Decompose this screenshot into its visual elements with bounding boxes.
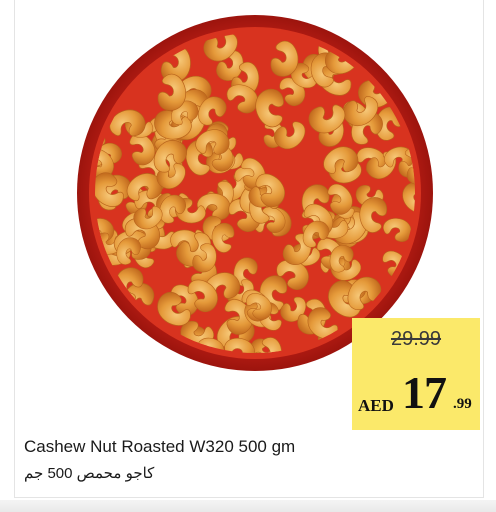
product-title[interactable]: Cashew Nut Roasted W320 500 gm (24, 437, 295, 457)
bottom-divider (0, 500, 496, 512)
product-title-arabic: كاجو محمص 500 جم (24, 465, 155, 482)
currency-label: AED (358, 396, 394, 415)
price-integer: 17 (402, 367, 447, 418)
price-decimal: .99 (453, 396, 472, 412)
price-badge: 29.99 AED 17 .99 (352, 318, 480, 430)
old-price: 29.99 (390, 328, 442, 350)
